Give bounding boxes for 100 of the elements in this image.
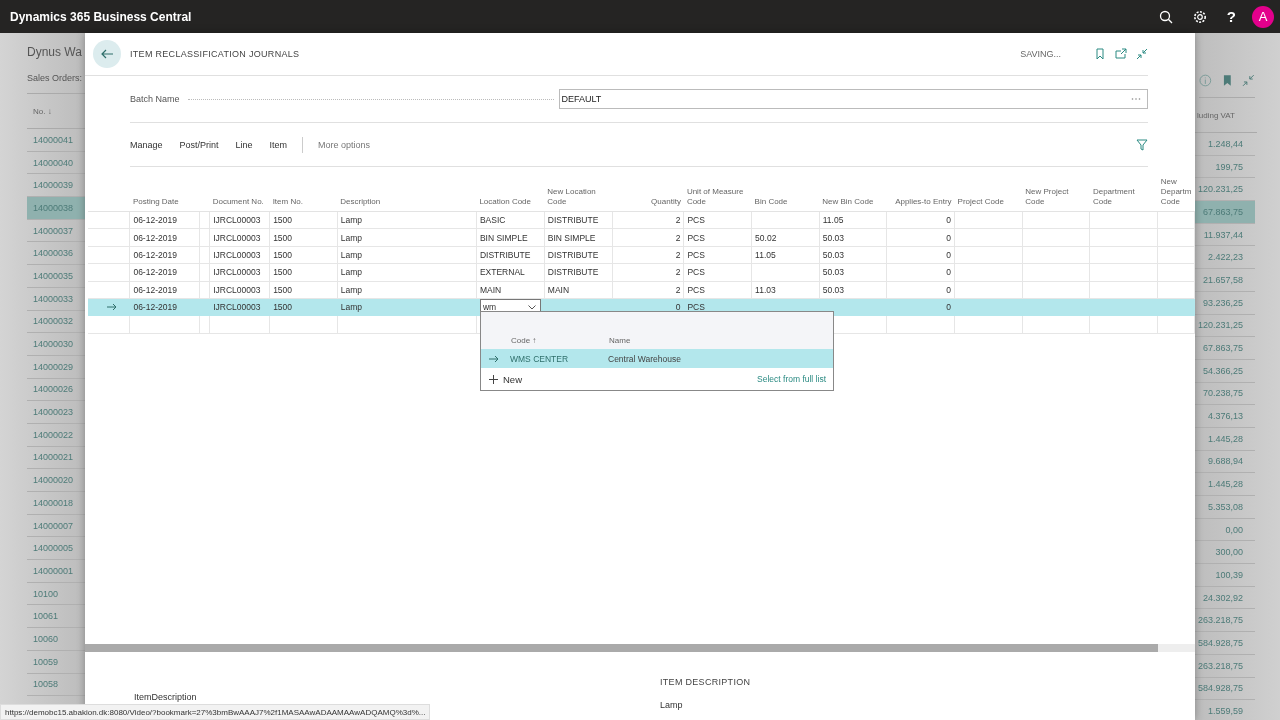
table-cell: 1500: [273, 302, 293, 313]
table-cell: 0: [946, 215, 952, 226]
table-cell: MAIN: [547, 284, 570, 295]
action-menu[interactable]: Manage: [130, 139, 163, 150]
current-row-arrow-icon: [107, 303, 117, 312]
status-url: https://demobc15.abakion.dk:8080/Video/?bookmark=27%3bmBwAAAJ7%2f1MASAAwADAAMAAwADQAMQ%3d%...: [0, 704, 431, 720]
amount-cell: 584.928,75: [1195, 632, 1255, 655]
table-cell: 2: [675, 215, 681, 226]
more-options-button[interactable]: More options: [318, 139, 1119, 150]
table-cell: Lamp: [340, 284, 362, 295]
column-header[interactable]: Code ↑: [511, 336, 537, 345]
amount-cell: 93.236,25: [1195, 291, 1255, 315]
column-header[interactable]: Unit of Measure Code: [683, 171, 752, 212]
column-header[interactable]: luding VAT: [1195, 98, 1257, 133]
bookmark-icon[interactable]: [1094, 48, 1106, 60]
table-cell: DISTRIBUTE: [547, 249, 599, 260]
back-arrow-icon[interactable]: [101, 49, 113, 59]
amount-cell: 4.376,13: [1195, 405, 1255, 428]
collapse-icon[interactable]: [1242, 73, 1255, 87]
column-header[interactable]: Department Code: [1089, 171, 1158, 212]
column-header[interactable]: New Bin Code: [819, 171, 887, 212]
table-cell: IJRCL00003: [213, 284, 261, 295]
open-new-window-icon[interactable]: [1115, 48, 1127, 60]
lookup-row[interactable]: WMS CENTER Central Warehouse: [481, 349, 833, 368]
table-cell: Lamp: [340, 215, 362, 226]
table-cell: 0: [675, 302, 681, 313]
chevron-down-icon[interactable]: [527, 304, 536, 310]
current-row-arrow-icon: [489, 354, 499, 363]
table-cell: 06-12-2019: [133, 232, 177, 243]
table-cell: EXTERNAL: [479, 267, 525, 278]
table-cell: 06-12-2019: [133, 215, 177, 226]
action-menu[interactable]: Post/Print: [179, 139, 219, 150]
user-avatar[interactable]: A: [1252, 5, 1274, 28]
help-button[interactable]: ?: [1226, 8, 1236, 25]
column-header[interactable]: Description: [337, 171, 477, 212]
column-header[interactable]: Document No.: [209, 171, 270, 212]
amount-cell: 100,39: [1195, 564, 1255, 587]
table-cell: 0: [946, 249, 952, 260]
table-cell: DISTRIBUTE: [547, 267, 599, 278]
amount-cell: 263.218,75: [1195, 609, 1255, 633]
column-header[interactable]: Project Code: [954, 171, 1023, 212]
table-cell: BIN SIMPLE: [547, 232, 596, 243]
action-menu[interactable]: Line: [235, 139, 253, 150]
table-cell: 2: [675, 249, 681, 260]
column-header[interactable]: New Project Code: [1022, 171, 1090, 212]
table-cell: DISTRIBUTE: [479, 249, 531, 260]
settings-icon[interactable]: [1191, 8, 1208, 25]
table-cell: 2: [675, 232, 681, 243]
table-cell: 0: [946, 302, 952, 313]
table-cell: IJRCL00003: [213, 215, 261, 226]
column-header[interactable]: Bin Code: [751, 171, 820, 212]
collapse-icon[interactable]: [1136, 48, 1148, 60]
table-cell: 2: [675, 267, 681, 278]
table-cell: 11.05: [755, 249, 776, 260]
table-cell: 1500: [273, 249, 293, 260]
saving-status: SAVING...: [1020, 49, 1061, 59]
page-title: Dynus Wa: [27, 45, 83, 61]
table-cell: MAIN: [479, 284, 502, 295]
amount-cell: 67.863,75: [1195, 337, 1255, 360]
horizontal-scrollbar[interactable]: [85, 644, 1195, 652]
table-cell: 1500: [273, 267, 293, 278]
batch-name-field[interactable]: DEFAULT: [558, 89, 1148, 109]
plus-icon[interactable]: [489, 374, 498, 384]
table-cell: PCS: [687, 215, 705, 226]
table-cell: Lamp: [340, 267, 362, 278]
table-cell: BASIC: [479, 215, 506, 226]
table-cell: 0: [946, 284, 952, 295]
filter-icon[interactable]: [1136, 138, 1148, 151]
back-button[interactable]: [93, 40, 121, 68]
table-cell: 11.05: [822, 215, 844, 226]
column-header[interactable]: New Departm Code: [1157, 171, 1195, 212]
column-header[interactable]: Applies-to Entry: [886, 171, 955, 212]
column-header[interactable]: New Location Code: [544, 171, 613, 212]
action-menu[interactable]: Item: [269, 139, 288, 150]
column-header[interactable]: Location Code: [476, 171, 545, 212]
amount-cell: 11.937,44: [1195, 223, 1255, 247]
search-icon[interactable]: [1157, 8, 1174, 25]
amount-cell: 1.248,44: [1195, 133, 1255, 156]
table-cell: 1500: [273, 215, 293, 226]
amount-cell: 2.422,23: [1195, 246, 1255, 270]
column-header[interactable]: Item No.: [269, 171, 338, 212]
amount-cell: 1.559,59: [1195, 700, 1255, 720]
table-cell: 0: [946, 267, 952, 278]
table-cell: IJRCL00003: [213, 267, 261, 278]
column-header[interactable]: Name: [609, 336, 631, 345]
amount-cell: 263.218,75: [1195, 654, 1255, 678]
column-header[interactable]: Posting Date: [129, 171, 200, 212]
table-cell: 06-12-2019: [133, 267, 177, 278]
amount-cell: 9.688,94: [1195, 450, 1255, 474]
table-cell: PCS: [687, 249, 705, 260]
amount-cell: 584.928,75: [1195, 677, 1255, 701]
column-header[interactable]: Quantity: [612, 171, 684, 212]
ellipsis-icon[interactable]: [1131, 97, 1141, 101]
table-cell: PCS: [687, 284, 705, 295]
table-cell: PCS: [687, 267, 705, 278]
new-button[interactable]: New: [489, 373, 522, 385]
table-cell: 06-12-2019: [133, 249, 177, 260]
select-from-full-list-link[interactable]: Select from full list: [757, 374, 826, 384]
field-label: ItemDescription: [134, 692, 197, 702]
table-cell: Lamp: [340, 302, 362, 313]
